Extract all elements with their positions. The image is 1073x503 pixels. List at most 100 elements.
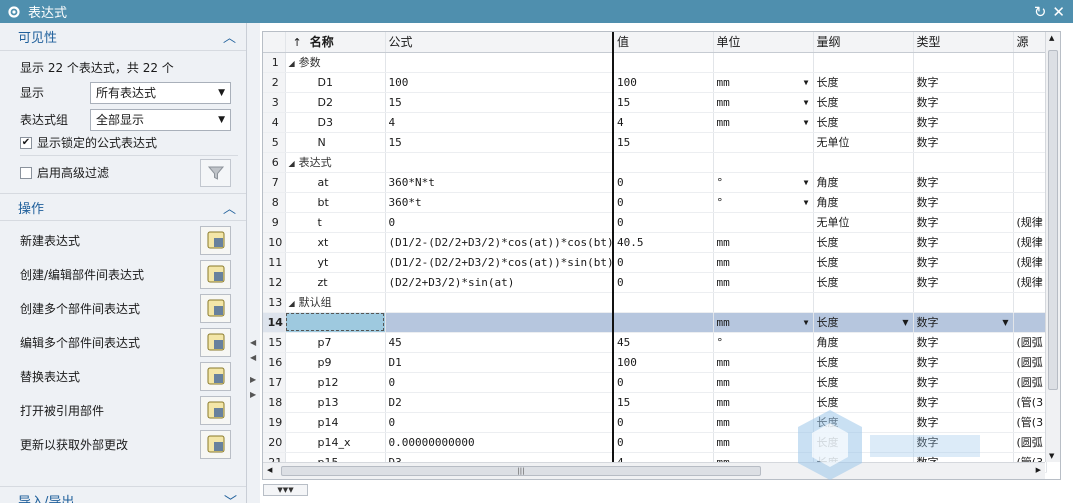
table-row[interactable]: 8 bt 360*t 0 ° ▼ 角度 数字 <box>263 192 1047 213</box>
name-cell[interactable]: p9 <box>285 352 386 373</box>
type-cell[interactable]: 数字 <box>913 112 1014 133</box>
dimension-cell[interactable]: 无单位 <box>813 132 914 153</box>
interpart-expression-icon[interactable] <box>200 259 231 289</box>
column-header-formula[interactable]: 公式 <box>385 32 614 53</box>
vertical-scroll-thumb[interactable] <box>1048 50 1058 390</box>
formula-cell[interactable]: 4 <box>385 112 614 133</box>
table-row[interactable]: 7 at 360*N*t 0 ° ▼ 角度 数字 <box>263 172 1047 193</box>
formula-cell[interactable]: 45 <box>385 332 614 353</box>
replace-expression-icon[interactable] <box>200 361 231 391</box>
column-header-source[interactable]: 源 <box>1013 32 1047 53</box>
horizontal-scroll-thumb[interactable]: ||| <box>281 466 761 476</box>
column-header-value[interactable]: 值 <box>613 32 714 53</box>
formula-cell[interactable]: D1 <box>385 352 614 373</box>
name-cell[interactable]: p13 <box>285 392 386 413</box>
dimension-cell[interactable]: 长度 <box>813 352 914 373</box>
operation-item[interactable]: 新建表达式 <box>0 223 246 257</box>
operation-item[interactable]: 编辑多个部件间表达式 <box>0 325 246 359</box>
name-cell[interactable] <box>285 312 386 333</box>
table-row[interactable]: 4 D3 4 4 mm ▼ 长度 数字 <box>263 112 1047 133</box>
name-cell[interactable]: p7 <box>285 332 386 353</box>
panel-splitter[interactable]: ◀ ◀ ▶ ▶ <box>247 23 260 503</box>
collapse-left-icon[interactable]: ◀ <box>250 338 256 347</box>
expand-right-icon[interactable]: ▶ <box>250 375 256 384</box>
name-cell[interactable]: p12 <box>285 372 386 393</box>
group-name-cell[interactable]: ◢ 参数 <box>285 52 386 73</box>
chevron-down-icon[interactable]: ▼ <box>804 78 809 87</box>
unit-cell[interactable]: ° ▼ <box>713 192 814 213</box>
table-row[interactable]: 2 D1 100 100 mm ▼ 长度 数字 <box>263 72 1047 93</box>
chevron-down-icon[interactable]: ▼ <box>804 198 809 207</box>
group-row[interactable]: 1 ◢ 参数 <box>263 52 1047 73</box>
type-cell[interactable]: 数字 <box>913 332 1014 353</box>
formula-cell[interactable]: 0 <box>385 412 614 433</box>
formula-cell[interactable]: (D1/2-(D2/2+D3/2)*cos(at))*cos(bt) <box>385 232 614 253</box>
reset-icon[interactable]: ↻ <box>1034 3 1047 21</box>
chevron-down-icon[interactable]: ▼ <box>804 318 809 327</box>
dimension-cell[interactable]: 长度 ▼ <box>813 312 914 333</box>
dimension-cell[interactable]: 无单位 <box>813 212 914 233</box>
name-cell[interactable]: at <box>285 172 386 193</box>
table-row[interactable]: 16 p9 D1 100 mm 长度 数字 (圆弧 <box>263 352 1047 373</box>
operation-item[interactable]: 创建多个部件间表达式 <box>0 291 246 325</box>
unit-cell[interactable]: mm <box>713 352 814 373</box>
dimension-cell[interactable]: 长度 <box>813 372 914 393</box>
table-row[interactable]: 10 xt (D1/2-(D2/2+D3/2)*cos(at))*cos(bt) 40… <box>263 232 1047 253</box>
show-locked-checkbox[interactable]: ✔ <box>20 136 32 149</box>
scroll-up-icon[interactable]: ▲ <box>1049 34 1054 42</box>
column-header-name[interactable]: ↑ 名称 <box>285 32 386 53</box>
unit-cell[interactable]: mm <box>713 272 814 293</box>
edit-multi-interpart-icon[interactable] <box>200 327 231 357</box>
table-row[interactable]: 12 zt (D2/2+D3/2)*sin(at) 0 mm 长度 数字 (规律 <box>263 272 1047 293</box>
scroll-left-icon[interactable]: ◀ <box>267 466 272 474</box>
table-row[interactable]: 17 p12 0 0 mm 长度 数字 (圆弧 <box>263 372 1047 393</box>
dimension-cell[interactable]: 长度 <box>813 252 914 273</box>
name-cell[interactable]: zt <box>285 272 386 293</box>
unit-cell[interactable]: mm ▼ <box>713 112 814 133</box>
formula-cell[interactable]: 0 <box>385 372 614 393</box>
name-cell[interactable]: D3 <box>285 112 386 133</box>
expression-group-select[interactable]: 全部显示 ▼ <box>90 108 231 131</box>
scroll-down-icon[interactable]: ▼ <box>1049 452 1054 460</box>
operation-item[interactable]: 创建/编辑部件间表达式 <box>0 257 246 291</box>
dimension-cell[interactable]: 角度 <box>813 172 914 193</box>
collapse-triangle-icon[interactable]: ◢ <box>289 59 295 68</box>
unit-cell[interactable]: ° ▼ <box>713 172 814 193</box>
chevron-down-icon[interactable]: ▼ <box>1002 318 1008 327</box>
name-cell[interactable]: p14 <box>285 412 386 433</box>
expand-right-icon[interactable]: ▶ <box>250 390 256 399</box>
vertical-scrollbar[interactable]: ▲ ▼ <box>1045 32 1060 462</box>
collapse-triangle-icon[interactable]: ◢ <box>289 159 295 168</box>
display-select[interactable]: 所有表达式 ▼ <box>90 81 231 104</box>
unit-cell[interactable] <box>713 132 814 153</box>
visibility-section-header[interactable]: 可见性 ︿ <box>0 23 246 51</box>
unit-cell[interactable]: mm <box>713 252 814 273</box>
name-cell[interactable]: bt <box>285 192 386 213</box>
chevron-down-icon[interactable]: ▼ <box>804 178 809 187</box>
advanced-filter-checkbox[interactable] <box>20 166 32 179</box>
chevron-down-icon[interactable]: ﹀ <box>224 491 237 503</box>
chevron-down-icon[interactable]: ▼ <box>902 318 908 327</box>
type-cell[interactable]: 数字 <box>913 252 1014 273</box>
table-row[interactable]: 11 yt (D1/2-(D2/2+D3/2)*cos(at))*sin(bt) 0 m… <box>263 252 1047 273</box>
formula-cell[interactable]: 0.00000000000 <box>385 432 614 453</box>
column-header-unit[interactable]: 单位 <box>713 32 814 53</box>
filter-button[interactable] <box>200 159 231 187</box>
unit-cell[interactable] <box>713 212 814 233</box>
table-row[interactable]: 3 D2 15 15 mm ▼ 长度 数字 <box>263 92 1047 113</box>
name-cell[interactable]: yt <box>285 252 386 273</box>
table-row[interactable]: 14 mm ▼ 长度 ▼ 数字 ▼ <box>263 312 1047 333</box>
chevron-up-icon[interactable]: ︿ <box>223 198 236 217</box>
name-cell[interactable]: p14_x <box>285 432 386 453</box>
chevron-down-icon[interactable]: ▼ <box>804 98 809 107</box>
formula-cell[interactable]: 0 <box>385 212 614 233</box>
unit-cell[interactable]: ° <box>713 332 814 353</box>
formula-cell[interactable]: 15 <box>385 92 614 113</box>
dimension-cell[interactable]: 长度 <box>813 92 914 113</box>
unit-cell[interactable]: mm ▼ <box>713 72 814 93</box>
type-cell[interactable]: 数字 <box>913 372 1014 393</box>
open-folder-icon[interactable] <box>200 395 231 425</box>
collapse-triangle-icon[interactable]: ◢ <box>289 299 295 308</box>
name-cell[interactable]: N <box>285 132 386 153</box>
import-export-section-header[interactable]: 导入/导出 ﹀ <box>0 486 246 503</box>
